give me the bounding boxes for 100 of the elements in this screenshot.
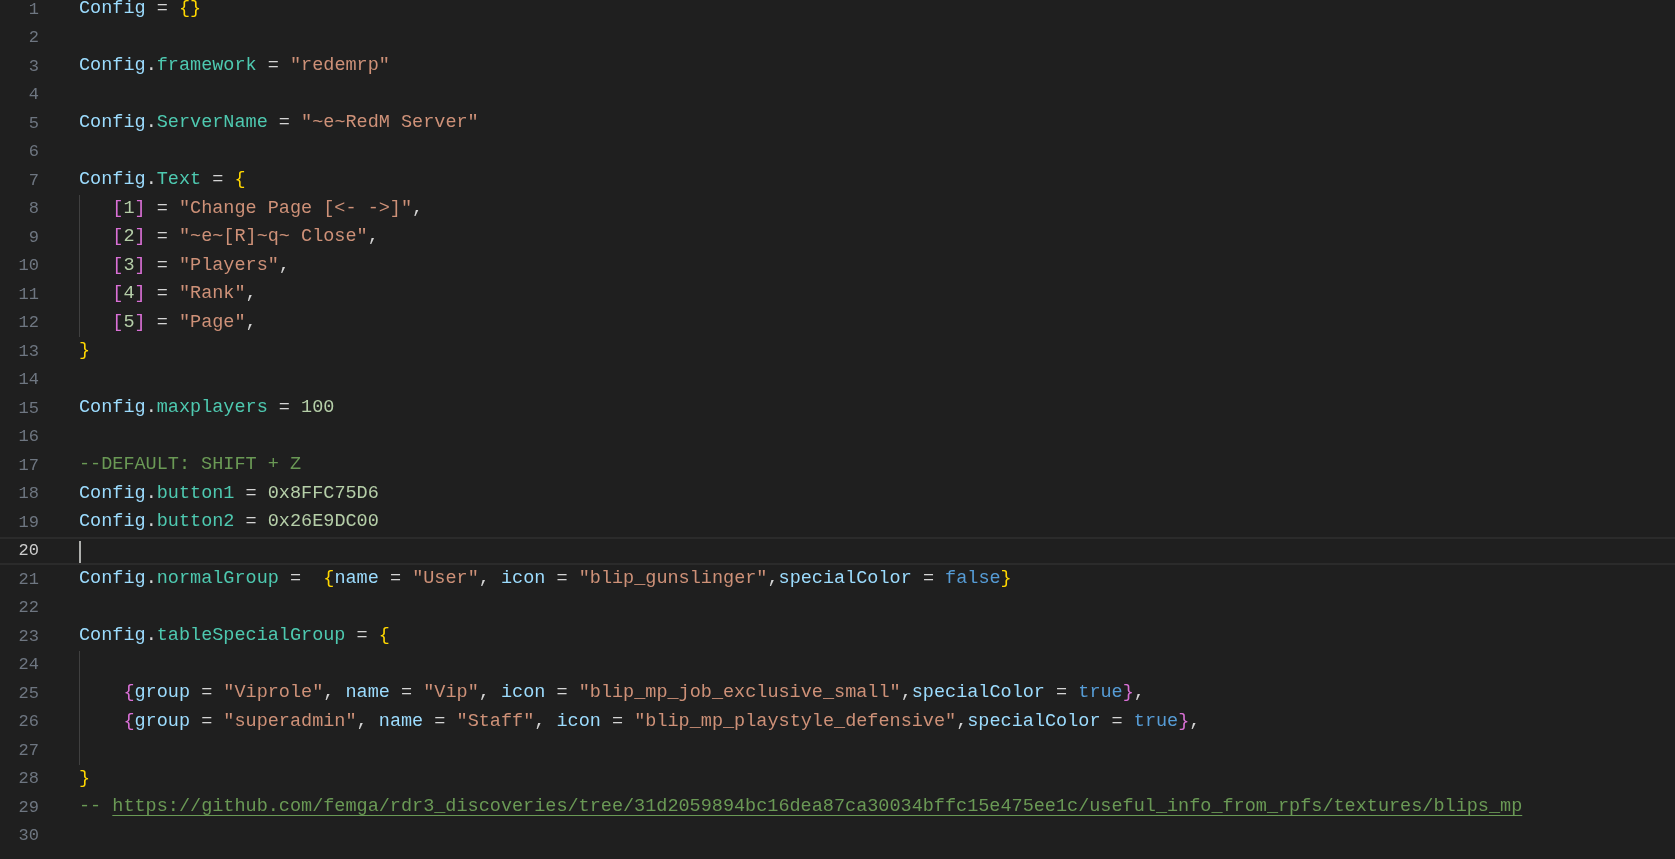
- variable-token: Config: [79, 510, 146, 535]
- variable-token: icon: [500, 681, 546, 706]
- bracket-token: ]: [134, 310, 146, 335]
- operator-token: =: [200, 709, 214, 734]
- operator-token: ,: [956, 709, 968, 734]
- operator-token: =: [155, 282, 169, 307]
- line-number: 13: [17, 340, 39, 363]
- operator-token: ,: [278, 253, 290, 278]
- operator-token: =: [155, 0, 169, 22]
- field-token: ServerName: [156, 111, 268, 136]
- operator-token: =: [155, 225, 169, 250]
- number-token: 0x26E9DC00: [267, 510, 379, 535]
- line-number: 28: [17, 768, 39, 790]
- operator-token: =: [1055, 681, 1069, 706]
- operator-token: .: [145, 54, 157, 79]
- variable-token: icon: [500, 567, 546, 592]
- string-token: "Staff": [456, 709, 535, 734]
- text-cursor: [79, 540, 81, 563]
- variable-token: Config: [79, 54, 146, 79]
- operator-token: =: [211, 168, 225, 193]
- variable-token: specialColor: [778, 567, 912, 592]
- operator-token: =: [611, 709, 625, 734]
- operator-token: =: [555, 567, 569, 592]
- string-token: "Players": [178, 253, 279, 278]
- variable-token: Config: [79, 396, 146, 421]
- keyword-token: false: [945, 567, 1001, 592]
- bracket-token: {: [123, 681, 135, 706]
- bracket-token: }: [1000, 567, 1012, 592]
- line-number: 17: [17, 454, 39, 477]
- link[interactable]: https://github.com/femga/rdr3_discoveries/tree/31d2059894bc16dea87ca30034bffc15e475ee1c/useful_info_from_rpfs/textures/blips_mp: [112, 793, 1523, 822]
- operator-token: =: [555, 681, 569, 706]
- number-token: 100: [301, 396, 335, 421]
- bracket-token: }: [1178, 709, 1190, 734]
- line-number: 24: [17, 654, 39, 676]
- string-token: "Page": [178, 310, 246, 335]
- operator-token: =: [266, 54, 280, 79]
- string-token: "Change Page [<- ->]": [178, 196, 413, 221]
- operator-token: ,: [478, 681, 491, 706]
- operator-token: ,: [767, 567, 779, 592]
- variable-token: name: [378, 709, 424, 734]
- string-token: "blip_mp_job_exclusive_small": [578, 681, 901, 706]
- field-token: button2: [156, 510, 235, 535]
- variable-token: icon: [556, 709, 601, 734]
- operator-token: =: [244, 510, 258, 535]
- string-token: "superadmin": [223, 709, 357, 734]
- line-number: 5: [27, 112, 39, 135]
- operator-token: ,: [1133, 681, 1145, 706]
- line-number: 12: [17, 312, 39, 334]
- operator-token: ,: [478, 567, 491, 592]
- line-number: 20: [17, 540, 39, 562]
- field-token: button1: [156, 481, 235, 506]
- bracket-token: }: [79, 766, 91, 791]
- number-token: 1: [123, 196, 135, 221]
- bracket-token: }: [79, 339, 91, 364]
- number-token: 2: [123, 225, 135, 250]
- operator-token: .: [145, 624, 157, 649]
- field-token: maxplayers: [156, 396, 268, 421]
- operator-token: ,: [245, 282, 257, 307]
- operator-token: =: [1110, 709, 1124, 734]
- variable-token: group: [134, 709, 191, 734]
- bracket-token: [: [112, 253, 124, 278]
- operator-token: =: [355, 624, 369, 649]
- bracket-token: [: [112, 310, 124, 335]
- operator-token: ,: [367, 225, 379, 250]
- operator-token: =: [400, 681, 414, 706]
- operator-token: =: [388, 567, 403, 592]
- bracket-token: [: [112, 196, 124, 221]
- line-number: 3: [27, 55, 39, 78]
- string-token: "User": [412, 567, 479, 592]
- operator-token: .: [145, 168, 157, 193]
- line-number: 6: [27, 141, 39, 163]
- field-token: framework: [156, 54, 257, 79]
- operator-token: =: [200, 681, 214, 706]
- number-token: 3: [123, 253, 135, 278]
- operator-token: =: [244, 481, 258, 506]
- operator-token: ,: [900, 681, 912, 706]
- line-number: 27: [17, 739, 39, 762]
- bracket-token: [: [112, 282, 124, 307]
- keyword-token: true: [1133, 709, 1179, 734]
- bracket-token: ]: [134, 196, 146, 221]
- bracket-token: {: [123, 709, 135, 734]
- line-number: 10: [17, 255, 39, 277]
- bracket-token: {: [378, 624, 390, 649]
- operator-token: =: [155, 196, 169, 221]
- variable-token: group: [134, 681, 191, 706]
- bracket-token: {: [234, 168, 246, 193]
- number-token: 4: [123, 282, 135, 307]
- operator-token: =: [277, 396, 291, 421]
- line-number: 2: [27, 27, 39, 49]
- string-token: "Viprole": [223, 681, 324, 706]
- keyword-token: true: [1078, 681, 1123, 706]
- variable-token: Config: [79, 567, 146, 592]
- string-token: "blip_mp_playstyle_defensive": [634, 709, 957, 734]
- operator-token: .: [145, 396, 157, 421]
- operator-token: .: [145, 567, 157, 592]
- string-token: "~e~[R]~q~ Close": [178, 225, 368, 250]
- operator-token: ,: [412, 196, 424, 221]
- line-number: 11: [17, 283, 39, 306]
- number-token: 5: [123, 310, 135, 335]
- variable-token: Config: [79, 481, 146, 506]
